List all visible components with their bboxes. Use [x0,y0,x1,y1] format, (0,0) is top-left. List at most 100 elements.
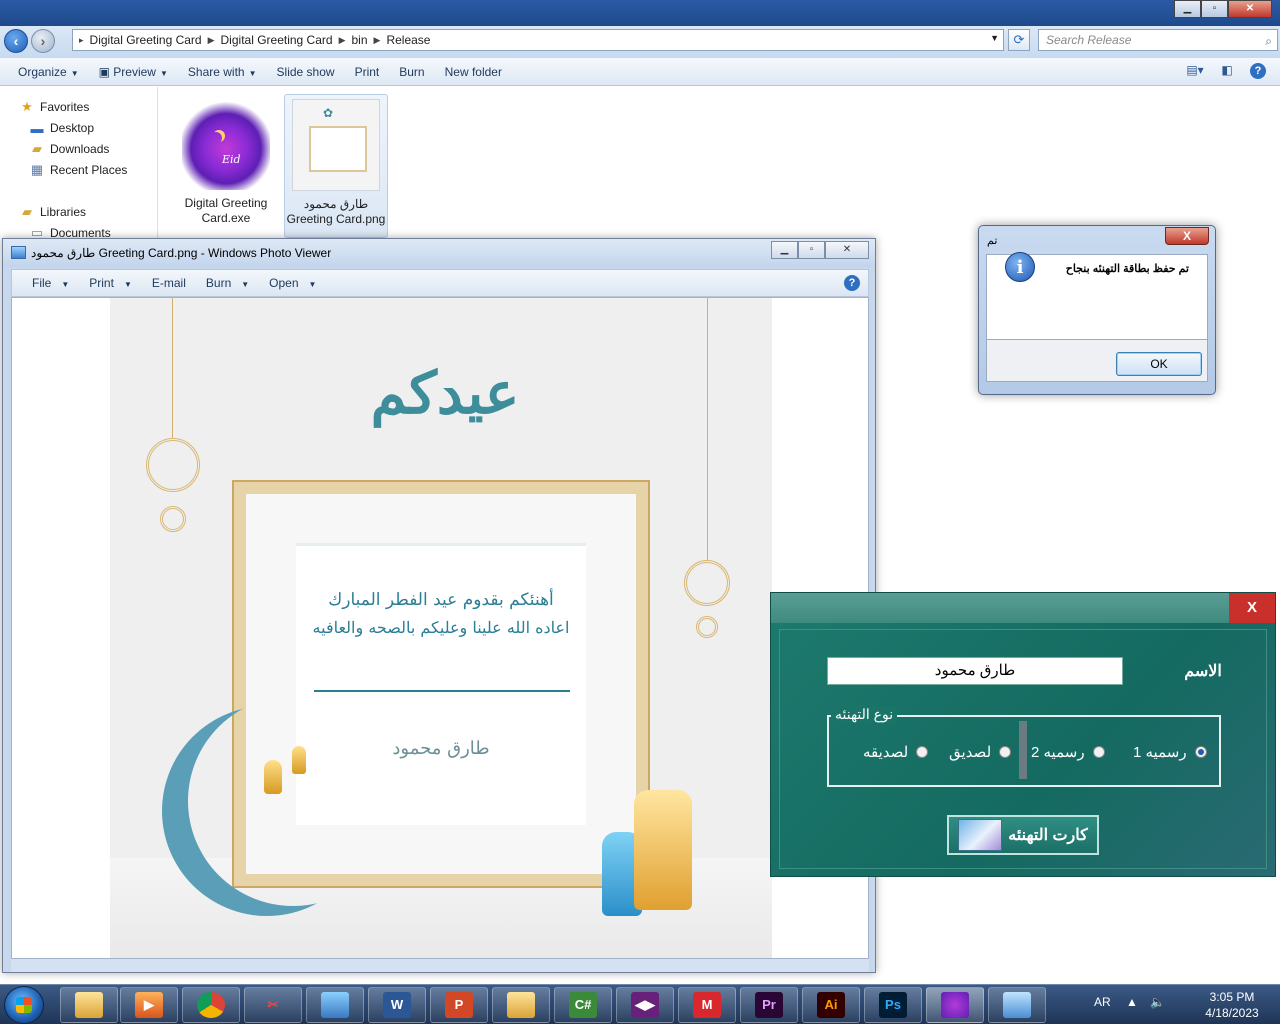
tray-expand-icon[interactable]: ▲ [1126,995,1138,1009]
message-box-title: تم [987,235,998,247]
radio-icon[interactable] [916,746,929,758]
print-menu[interactable]: Print ▼ [79,276,142,290]
nav-desktop[interactable]: ▬ Desktop [28,118,95,138]
preview-pane-icon[interactable]: ◧ [1218,63,1236,79]
maximize-icon[interactable]: ▫ [798,241,825,259]
card-message-line2: اعاده الله علينا وعليكم بالصحه والعافيه [312,618,570,637]
hanging-ornament-icon [684,560,730,606]
greeting-card-button[interactable]: كارت التهنئه [947,815,1099,855]
breadcrumb-separator-icon[interactable]: ▶ [374,35,381,46]
file-exe[interactable]: Eid Digital Greeting Card.exe [174,94,278,238]
photo-view-area: عيدكم مبارك أهنئكم بقدوم عيد الفطر المبا… [11,297,869,959]
new-folder-button[interactable]: New folder [435,65,512,79]
taskbar-premiere[interactable]: Pr [740,987,798,1023]
taskbar-tools[interactable]: ✂ [244,987,302,1023]
taskbar-greeting-card[interactable] [926,987,984,1023]
taskbar-chrome[interactable] [182,987,240,1023]
minimize-icon[interactable]: ▁ [1174,0,1201,18]
taskbar-pictures[interactable] [492,987,550,1023]
system-clock[interactable]: 3:05 PM 4/18/2023 [1196,989,1268,1021]
maximize-icon[interactable]: ▫ [1201,0,1228,18]
share-with-button[interactable]: Share with ▼ [178,65,267,79]
preview-button[interactable]: ▣ Preview ▼ [89,65,178,79]
chevron-down-icon: ▼ [248,68,257,78]
print-button[interactable]: Print [345,65,390,79]
slide-show-button[interactable]: Slide show [267,65,345,79]
photo-viewer-title-bar[interactable]: طارق محمود Greeting Card.png - Windows P… [3,239,875,267]
close-icon[interactable]: ✕ [1228,0,1272,18]
card-divider [314,690,570,692]
open-menu[interactable]: Open ▼ [259,276,326,290]
word-icon: W [383,992,411,1018]
close-icon[interactable]: ✕ [825,241,869,259]
language-indicator[interactable]: AR [1094,995,1111,1009]
volume-icon[interactable]: 🔈 [1150,995,1165,1009]
breadcrumb-2[interactable]: Digital Greeting Card [221,33,333,47]
taskbar-explorer[interactable] [60,987,118,1023]
chrome-icon [197,992,225,1018]
taskbar-photo[interactable] [306,987,364,1023]
photoshop-icon: Ps [879,992,907,1018]
email-menu[interactable]: E-mail [142,276,196,290]
nav-libraries[interactable]: ▰ Libraries [18,202,86,222]
search-icon[interactable]: ⌕ [1265,31,1272,51]
radio-selected-icon[interactable] [1194,746,1207,758]
forward-button[interactable]: › [31,29,55,53]
csharp-icon: C# [569,992,597,1018]
breadcrumb-separator-icon[interactable]: ▶ [339,35,346,46]
name-label: الاسم [1184,663,1222,680]
burn-menu[interactable]: Burn ▼ [196,276,259,290]
windows-logo-icon [16,997,32,1013]
nav-recent-places[interactable]: ▦ Recent Places [28,160,128,180]
file-png[interactable]: ✿ طارق محمود Greeting Card.png [284,94,388,238]
nav-favorites[interactable]: ★ Favorites [18,97,89,117]
photo-viewer-icon [11,246,26,259]
organize-button[interactable]: Organize ▼ [8,65,89,79]
radio-icon[interactable] [1092,746,1105,758]
search-input[interactable]: Search Release ⌕ [1038,29,1278,51]
taskbar-illustrator[interactable]: Ai [802,987,860,1023]
refresh-button[interactable]: ⟳ [1008,29,1030,51]
taskbar-mega[interactable]: M [678,987,736,1023]
burn-button[interactable]: Burn [389,65,434,79]
explorer-title-bar: ▁ ▫ ✕ [0,0,1280,26]
nav-downloads[interactable]: ▰ Downloads [28,139,109,159]
file-menu[interactable]: File ▼ [22,276,79,290]
taskbar-powerpoint[interactable]: P [430,987,488,1023]
taskbar-word[interactable]: W [368,987,426,1023]
breadcrumb-1[interactable]: Digital Greeting Card [90,33,202,47]
breadcrumb-4[interactable]: Release [386,33,430,47]
preview-icon: ▣ [98,64,114,79]
taskbar-csharp[interactable]: C# [554,987,612,1023]
back-button[interactable]: ‹ [4,29,28,53]
chevron-down-icon: ▼ [70,68,79,78]
option-formal-2[interactable]: رسميه 2 [1031,743,1105,761]
name-input[interactable]: طارق محمود [827,657,1123,685]
taskbar-visualstudio[interactable]: ◀▶ [616,987,674,1023]
message-box-close-button[interactable]: X [1165,227,1209,245]
powerpoint-icon: P [445,992,473,1018]
taskbar-photo-viewer[interactable] [988,987,1046,1023]
breadcrumb-3[interactable]: bin [352,33,368,47]
greeting-app-header[interactable] [771,593,1275,623]
help-icon[interactable]: ? [1250,63,1266,79]
option-formal-1[interactable]: رسميه 1 [1133,743,1207,761]
taskbar-photoshop[interactable]: Ps [864,987,922,1023]
option-friend-male[interactable]: لصديق [949,743,1012,761]
start-button[interactable] [4,986,44,1024]
minimize-icon[interactable]: ▁ [771,241,798,259]
eid-logo-text: Eid [222,153,241,166]
photo-viewer-window-controls: ▁ ▫ ✕ [771,241,869,259]
breadcrumb-separator-icon[interactable]: ▶ [208,35,215,46]
greeting-app-close-button[interactable]: X [1229,593,1275,623]
card-message-line1: أهنئكم بقدوم عيد الفطر المبارك [328,590,554,610]
view-options-icon[interactable]: ▤▾ [1186,63,1204,79]
address-bar[interactable]: ▸ Digital Greeting Card ▶ Digital Greeti… [72,29,1004,51]
taskbar-media[interactable]: ▶ [120,987,178,1023]
taskbar: ▶ ✂ W P C# ◀▶ M Pr Ai Ps AR ▲ 🔈 3:05 PM … [0,984,1280,1024]
help-icon[interactable]: ? [844,275,860,291]
chevron-down-icon[interactable]: ▼ [990,33,999,43]
ok-button[interactable]: OK [1116,352,1202,376]
option-friend-female[interactable]: لصديقه [863,743,929,761]
radio-icon[interactable] [999,746,1012,758]
